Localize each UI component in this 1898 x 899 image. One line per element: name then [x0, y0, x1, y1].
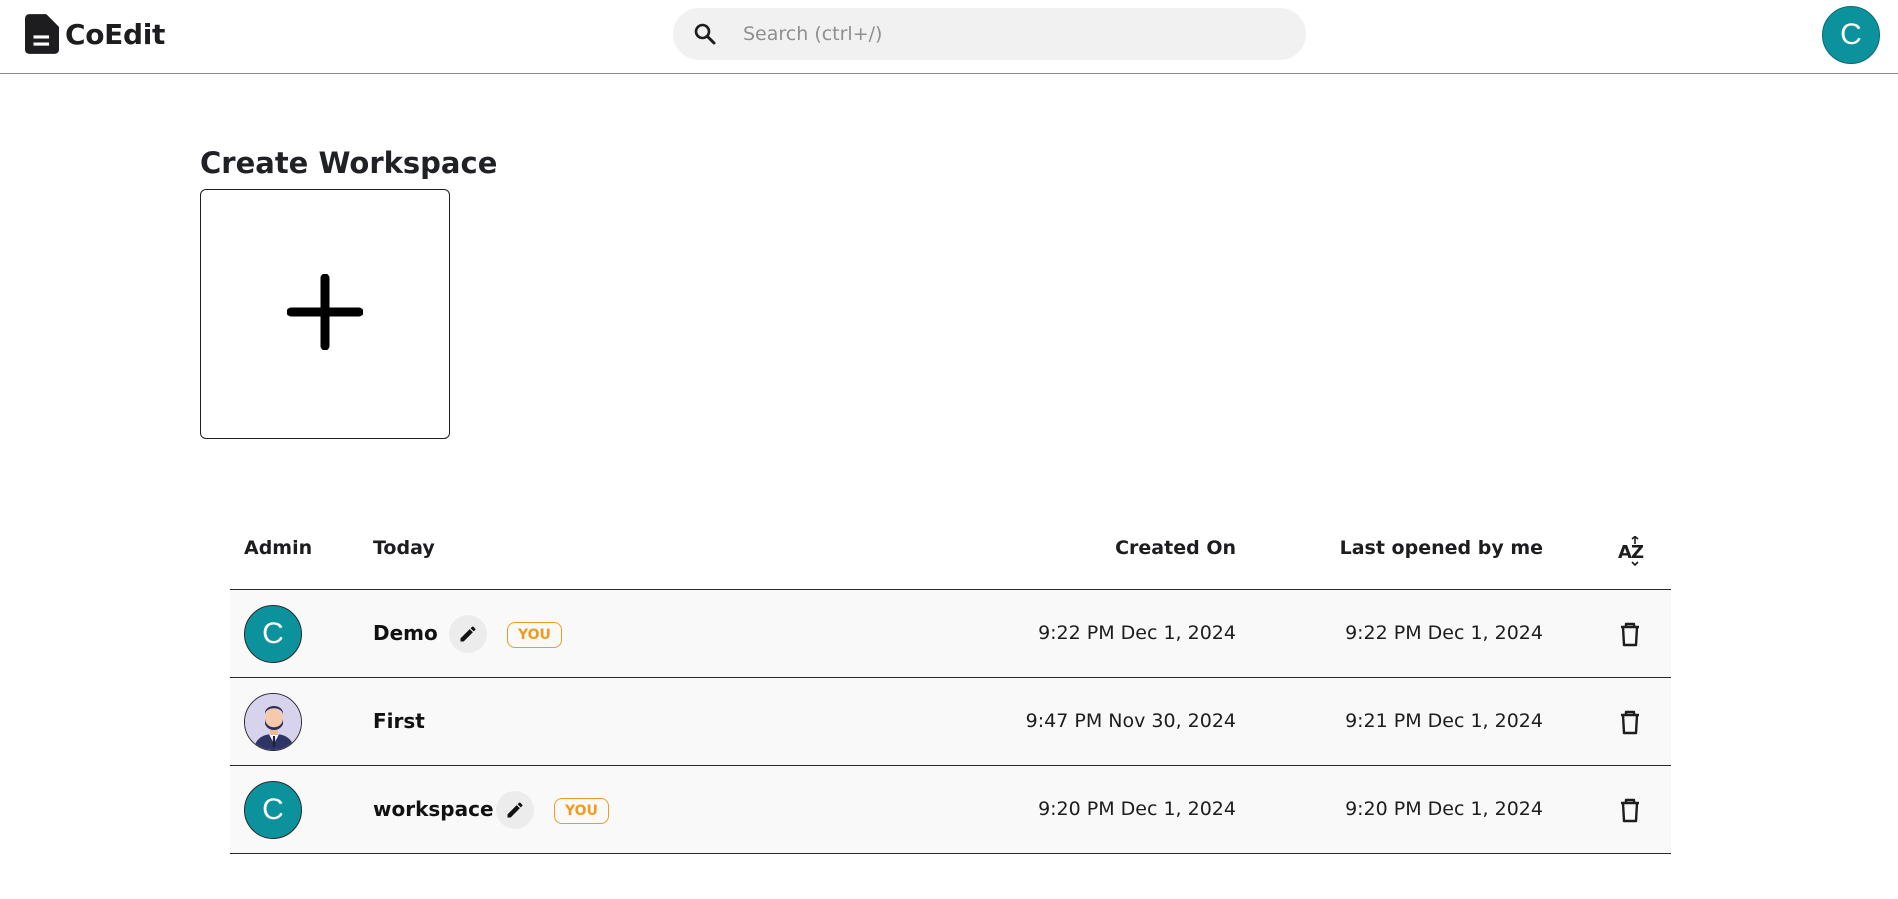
last-opened-value: 9:21 PM Dec 1, 2024 — [1345, 710, 1543, 732]
table-row[interactable]: C Demo YOU 9:22 PM Dec 1, 2024 9:22 PM D… — [230, 590, 1671, 678]
admin-avatar: C — [244, 605, 302, 663]
search-bar[interactable] — [673, 8, 1306, 60]
workspace-name[interactable]: workspace — [373, 797, 494, 821]
workspace-name[interactable]: First — [373, 709, 425, 733]
delete-icon[interactable] — [1619, 797, 1641, 827]
edit-name-button[interactable] — [496, 791, 534, 829]
created-on-value: 9:20 PM Dec 1, 2024 — [1038, 798, 1236, 820]
header-last-opened[interactable]: Last opened by me — [1340, 537, 1543, 559]
create-workspace-button[interactable] — [200, 189, 450, 439]
last-opened-value: 9:20 PM Dec 1, 2024 — [1345, 798, 1543, 820]
pencil-icon — [507, 802, 523, 818]
admin-avatar: C — [244, 781, 302, 839]
created-on-value: 9:47 PM Nov 30, 2024 — [1025, 710, 1236, 732]
workspace-table: Admin Today Created On Last opened by me… — [230, 520, 1671, 854]
delete-icon[interactable] — [1619, 709, 1641, 739]
owner-badge: YOU — [554, 798, 609, 824]
user-avatar[interactable]: C — [1822, 6, 1880, 64]
last-opened-value: 9:22 PM Dec 1, 2024 — [1345, 622, 1543, 644]
header-created-on[interactable]: Created On — [1115, 537, 1236, 559]
document-icon — [25, 14, 59, 54]
create-workspace-title: Create Workspace — [200, 146, 498, 180]
workspace-name[interactable]: Demo — [373, 621, 438, 645]
svg-text:A: A — [1618, 542, 1632, 563]
created-on-value: 9:22 PM Dec 1, 2024 — [1038, 622, 1236, 644]
header-today: Today — [373, 537, 435, 559]
search-icon — [693, 22, 717, 50]
top-navigation-bar: CoEdit C — [0, 0, 1898, 74]
table-header: Admin Today Created On Last opened by me… — [230, 520, 1671, 590]
header-admin: Admin — [244, 537, 313, 559]
delete-icon[interactable] — [1619, 621, 1641, 651]
sort-az-icon[interactable]: A Z — [1618, 535, 1646, 571]
edit-name-button[interactable] — [449, 615, 487, 653]
owner-badge: YOU — [507, 622, 562, 648]
brand-logo[interactable]: CoEdit — [25, 14, 165, 54]
admin-avatar-illustration — [244, 693, 302, 751]
table-row[interactable]: First 9:47 PM Nov 30, 2024 9:21 PM Dec 1… — [230, 678, 1671, 766]
app-name: CoEdit — [65, 17, 166, 51]
table-row[interactable]: C workspace YOU 9:20 PM Dec 1, 2024 9:20… — [230, 766, 1671, 854]
plus-icon — [286, 273, 364, 354]
pencil-icon — [460, 626, 476, 642]
search-input[interactable] — [743, 8, 1283, 60]
svg-text:Z: Z — [1631, 542, 1644, 563]
